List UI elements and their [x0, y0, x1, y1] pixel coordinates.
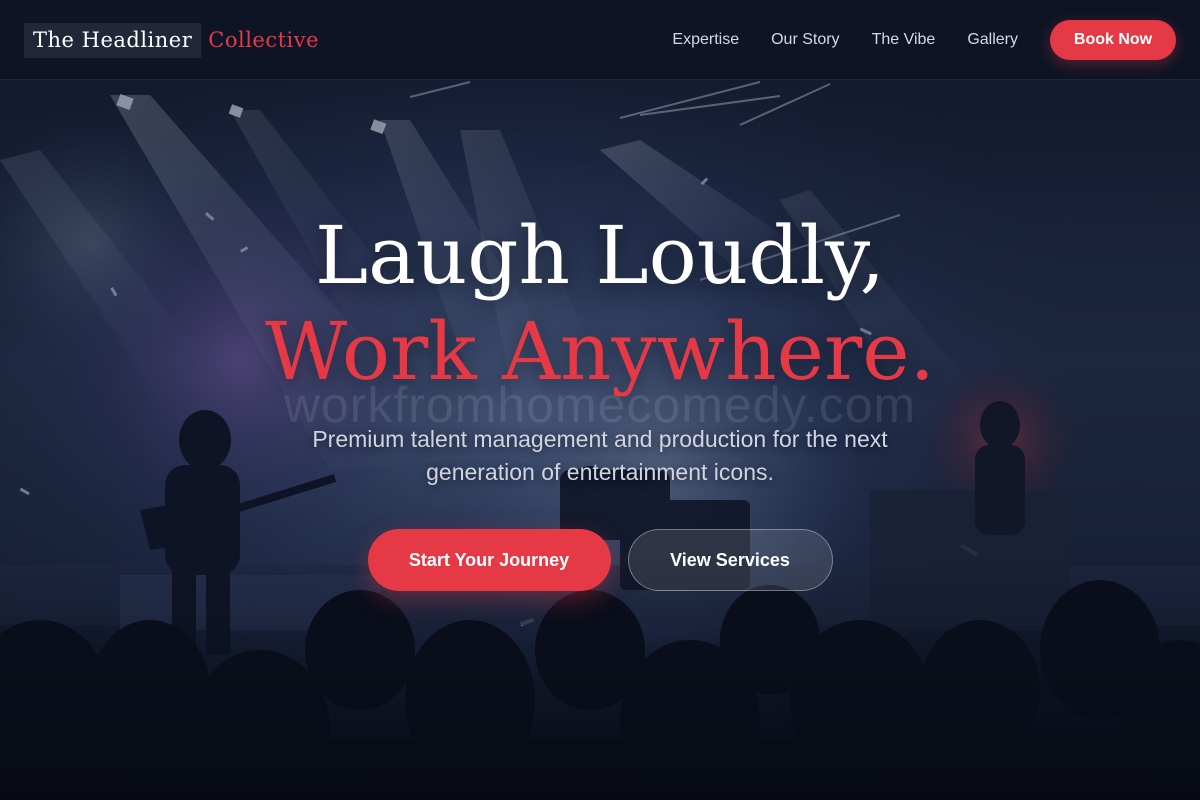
hero-subheadline: Premium talent management and production…: [312, 426, 888, 485]
site-header: The Headliner Collective Expertise Our S…: [0, 0, 1200, 80]
start-journey-button[interactable]: Start Your Journey: [367, 529, 611, 591]
hero-headline: Laugh Loudly, Work Anywhere.: [0, 208, 1200, 400]
nav-link-gallery[interactable]: Gallery: [967, 31, 1018, 49]
headline-line-2: Work Anywhere.: [265, 305, 935, 398]
landing-page: The Headliner Collective Expertise Our S…: [0, 0, 1200, 800]
main-nav: Expertise Our Story The Vibe Gallery Boo…: [672, 20, 1176, 60]
headline-line-1: Laugh Loudly,: [314, 209, 886, 302]
nav-link-expertise[interactable]: Expertise: [672, 31, 739, 49]
logo-wordmark: The Headliner: [24, 22, 202, 58]
site-logo[interactable]: The Headliner Collective: [24, 22, 319, 58]
logo-accent-word: Collective: [208, 28, 320, 52]
book-now-button[interactable]: Book Now: [1050, 20, 1176, 60]
hero-section: Laugh Loudly, Work Anywhere. workfromhom…: [0, 80, 1200, 800]
view-services-button[interactable]: View Services: [627, 529, 833, 591]
nav-link-the-vibe[interactable]: The Vibe: [872, 31, 936, 49]
hero-cta-group: Start Your Journey View Services: [0, 529, 1200, 591]
nav-link-our-story[interactable]: Our Story: [771, 31, 839, 49]
